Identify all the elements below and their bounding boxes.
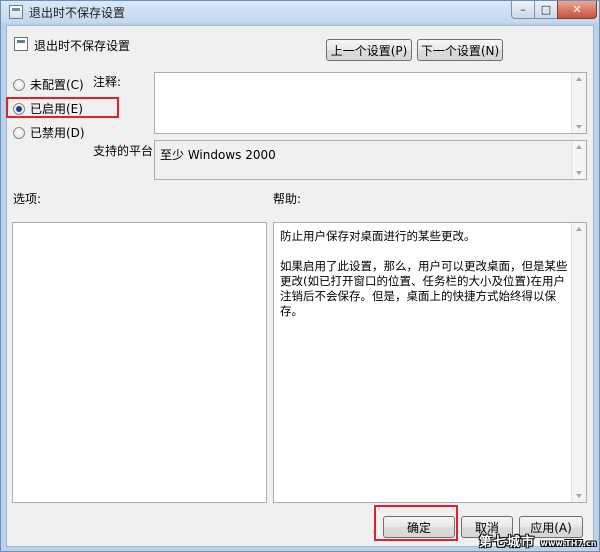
platform-label: 支持的平台: xyxy=(93,144,158,158)
next-setting-button[interactable]: 下一个设置(N) xyxy=(417,39,503,61)
help-panel: 防止用户保存对桌面进行的某些更改。 如果启用了此设置，那么，用户可以更改桌面，但… xyxy=(273,222,587,503)
scroll-up-icon[interactable] xyxy=(576,145,582,149)
comment-textarea[interactable] xyxy=(154,72,587,134)
platform-value: 至少 Windows 2000 xyxy=(160,148,276,162)
radio-not-configured-circle[interactable] xyxy=(13,78,25,91)
watermark-text: 第七城市 xyxy=(479,535,536,550)
minimize-button[interactable]: – xyxy=(511,1,535,19)
previous-setting-button[interactable]: 上一个设置(P) xyxy=(326,39,412,61)
radio-disabled-label: 已禁用(D) xyxy=(30,126,85,140)
help-text: 防止用户保存对桌面进行的某些更改。 如果启用了此设置，那么，用户可以更改桌面，但… xyxy=(280,229,568,334)
setting-title: 退出时不保存设置 xyxy=(34,39,131,53)
radio-disabled-circle[interactable] xyxy=(13,126,25,139)
comment-scrollbar[interactable] xyxy=(571,73,586,133)
policy-icon xyxy=(9,5,23,19)
scroll-up-icon[interactable] xyxy=(576,77,582,81)
scroll-down-icon[interactable] xyxy=(576,494,582,498)
dialog-content: 退出时不保存设置 上一个设置(P) 下一个设置(N) 未配置(C) 已启用(E)… xyxy=(6,25,594,547)
comment-label: 注释: xyxy=(93,75,122,89)
help-label: 帮助: xyxy=(273,192,302,206)
radio-enabled[interactable]: 已启用(E) xyxy=(13,100,83,117)
scroll-down-icon[interactable] xyxy=(576,171,582,175)
options-label: 选项: xyxy=(13,192,42,206)
site-watermark: 第七城市 www.TH7.cn xyxy=(479,531,596,550)
radio-not-configured-label: 未配置(C) xyxy=(30,78,84,92)
radio-disabled[interactable]: 已禁用(D) xyxy=(13,124,85,141)
platform-scrollbar[interactable] xyxy=(571,141,586,179)
help-paragraph: 防止用户保存对桌面进行的某些更改。 xyxy=(280,229,476,243)
radio-not-configured[interactable]: 未配置(C) xyxy=(13,76,84,93)
scroll-down-icon[interactable] xyxy=(576,125,582,129)
help-scrollbar[interactable] xyxy=(571,223,586,502)
scroll-up-icon[interactable] xyxy=(576,227,582,231)
setting-icon xyxy=(14,37,28,51)
ok-button[interactable]: 确定 xyxy=(383,516,455,538)
radio-enabled-circle[interactable] xyxy=(13,102,25,115)
window-title: 退出时不保存设置 xyxy=(29,6,126,20)
platform-field: 至少 Windows 2000 xyxy=(154,140,587,180)
radio-enabled-label: 已启用(E) xyxy=(30,102,83,116)
options-panel xyxy=(12,222,267,503)
title-bar[interactable]: 退出时不保存设置 – □ ✕ xyxy=(1,1,599,23)
watermark-url: www.TH7.cn xyxy=(540,539,597,548)
help-paragraph: 如果启用了此设置，那么，用户可以更改桌面，但是某些更改(如已打开窗口的位置、任务… xyxy=(280,259,568,318)
dialog-window: 退出时不保存设置 – □ ✕ 退出时不保存设置 上一个设置(P) 下一个设置(N… xyxy=(0,0,600,552)
maximize-button[interactable]: □ xyxy=(534,1,558,19)
close-button[interactable]: ✕ xyxy=(557,1,597,19)
